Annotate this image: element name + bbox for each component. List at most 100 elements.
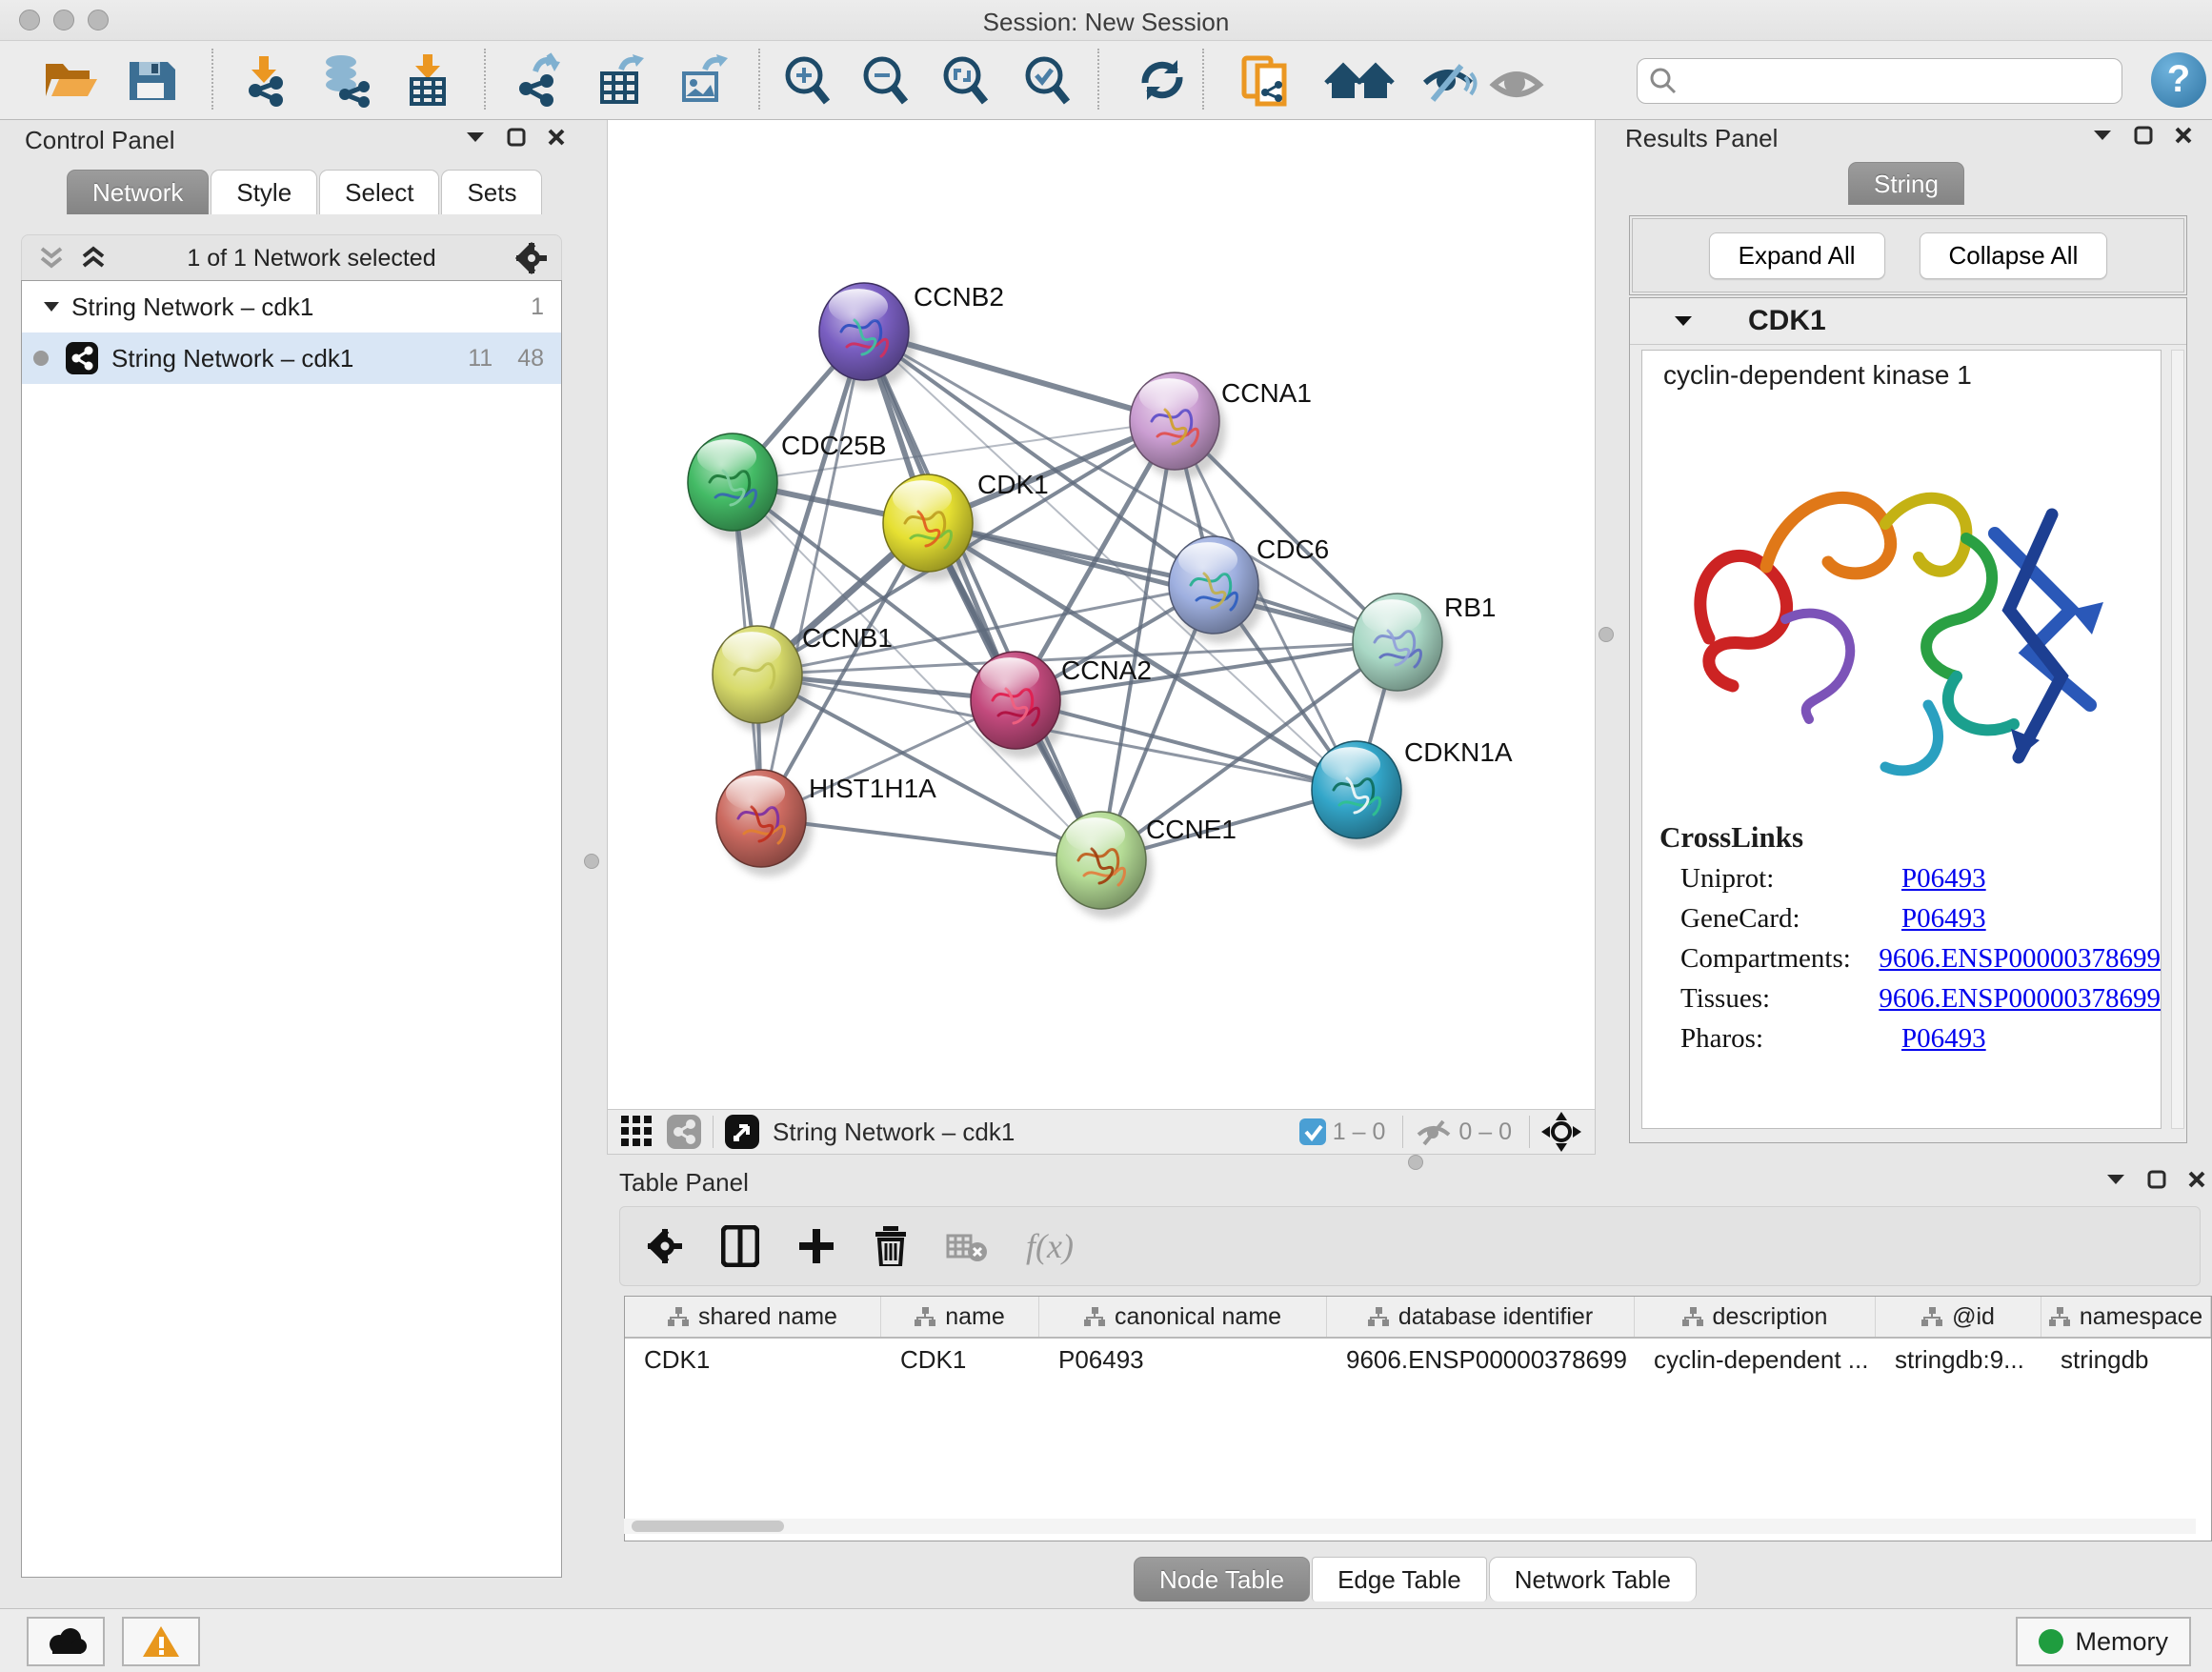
column-header-description[interactable]: description bbox=[1635, 1297, 1876, 1337]
tab-edge-table[interactable]: Edge Table bbox=[1312, 1557, 1487, 1601]
node-CDKN1A[interactable] bbox=[1312, 741, 1401, 838]
table-horizontal-scrollbar[interactable] bbox=[624, 1519, 2196, 1534]
panel-menu-icon[interactable] bbox=[465, 131, 486, 144]
network-graph[interactable]: CCNB2CCNA1CDC25BCDK1CDC6RB1CCNB1CCNA2CDK… bbox=[608, 120, 1595, 1109]
crosslink-link[interactable]: P06493 bbox=[1901, 863, 1986, 895]
table-options-gear-icon[interactable] bbox=[647, 1228, 683, 1264]
table-cell[interactable]: CDK1 bbox=[625, 1339, 881, 1380]
edge-HIST1H1A-CCNE1[interactable] bbox=[761, 818, 1101, 860]
search-input[interactable] bbox=[1685, 61, 2122, 101]
edge-CCNB2-CCNA1[interactable] bbox=[864, 332, 1175, 421]
table-cell[interactable]: stringdb bbox=[2041, 1339, 2211, 1380]
network-share-icon[interactable] bbox=[667, 1115, 701, 1149]
left-splitter-handle[interactable] bbox=[584, 854, 599, 869]
crosslink-link[interactable]: P06493 bbox=[1901, 1023, 1986, 1055]
open-in-window-icon[interactable] bbox=[725, 1115, 759, 1149]
node-table[interactable]: shared namenamecanonical namedatabase id… bbox=[624, 1296, 2212, 1541]
network-collection-row[interactable]: String Network – cdk1 1 bbox=[22, 281, 561, 332]
tab-select[interactable]: Select bbox=[319, 170, 439, 214]
houses-icon[interactable] bbox=[1320, 50, 1383, 110]
table-row[interactable]: CDK1CDK1P064939606.ENSP00000378699cyclin… bbox=[625, 1339, 2211, 1380]
import-network-database-icon[interactable] bbox=[314, 50, 377, 110]
node-CDK1[interactable] bbox=[883, 474, 973, 572]
gene-section-header[interactable]: CDK1 bbox=[1630, 298, 2186, 345]
float-panel-icon[interactable] bbox=[507, 128, 526, 147]
zoom-selected-icon[interactable] bbox=[1017, 50, 1080, 110]
column-header-canonical-name[interactable]: canonical name bbox=[1039, 1297, 1327, 1337]
refresh-icon[interactable] bbox=[1132, 50, 1195, 110]
hide-selected-eye-icon[interactable] bbox=[1418, 50, 1480, 110]
node-CCNB1[interactable] bbox=[713, 626, 802, 723]
collection-expander-icon[interactable] bbox=[43, 300, 60, 313]
table-cell[interactable]: cyclin-dependent ... bbox=[1635, 1339, 1876, 1380]
node-HIST1H1A[interactable] bbox=[716, 770, 806, 867]
tab-network-table[interactable]: Network Table bbox=[1489, 1557, 1697, 1601]
warnings-button[interactable] bbox=[122, 1617, 200, 1666]
search-box[interactable] bbox=[1637, 58, 2122, 104]
import-table-file-icon[interactable] bbox=[396, 50, 459, 110]
node-CCNB2[interactable] bbox=[819, 283, 909, 380]
selected-checkbox-icon[interactable] bbox=[1298, 1118, 1327, 1146]
show-columns-icon[interactable] bbox=[721, 1225, 759, 1267]
duplicate-network-icon[interactable] bbox=[1235, 50, 1297, 110]
fit-selection-crosshair-icon[interactable] bbox=[1541, 1112, 1581, 1152]
tab-style[interactable]: Style bbox=[211, 170, 317, 214]
network-options-gear-icon[interactable] bbox=[515, 242, 548, 274]
expand-all-chevron-icon[interactable] bbox=[79, 246, 108, 271]
open-session-icon[interactable] bbox=[38, 50, 101, 110]
zoom-in-icon[interactable] bbox=[777, 50, 840, 110]
crosslink-link[interactable]: P06493 bbox=[1901, 903, 1986, 935]
tab-network[interactable]: Network bbox=[67, 170, 209, 214]
crosslink-link[interactable]: 9606.ENSP00000378699 bbox=[1879, 983, 2161, 1015]
table-cell[interactable]: P06493 bbox=[1039, 1339, 1327, 1380]
column-header-shared-name[interactable]: shared name bbox=[625, 1297, 881, 1337]
network-row[interactable]: String Network – cdk1 11 48 bbox=[22, 332, 561, 384]
hidden-eye-icon[interactable] bbox=[1415, 1118, 1453, 1146]
table-cell[interactable]: 9606.ENSP00000378699 bbox=[1327, 1339, 1635, 1380]
network-canvas[interactable]: CCNB2CCNA1CDC25BCDK1CDC6RB1CCNB1CCNA2CDK… bbox=[607, 120, 1596, 1109]
export-image-icon[interactable] bbox=[671, 50, 734, 110]
cloud-status-button[interactable] bbox=[27, 1617, 105, 1666]
help-button[interactable]: ? bbox=[2151, 52, 2206, 108]
expand-all-button[interactable]: Expand All bbox=[1709, 232, 1885, 279]
import-network-file-icon[interactable] bbox=[234, 50, 297, 110]
export-network-icon[interactable] bbox=[507, 50, 570, 110]
add-column-icon[interactable] bbox=[797, 1227, 835, 1265]
node-CCNA1[interactable] bbox=[1130, 373, 1219, 470]
gene-expander-icon[interactable] bbox=[1674, 314, 1693, 328]
tab-string[interactable]: String bbox=[1848, 162, 1964, 205]
node-CDC6[interactable] bbox=[1169, 536, 1258, 634]
node-CCNA2[interactable] bbox=[971, 652, 1060, 749]
column-header-@id[interactable]: @id bbox=[1876, 1297, 2041, 1337]
node-CDC25B[interactable] bbox=[688, 433, 777, 531]
panel-menu-icon[interactable] bbox=[2105, 1173, 2126, 1186]
memory-button[interactable]: Memory bbox=[2016, 1617, 2191, 1666]
close-panel-icon[interactable] bbox=[2187, 1170, 2206, 1189]
birdseye-grid-icon[interactable] bbox=[621, 1116, 654, 1148]
collapse-all-button[interactable]: Collapse All bbox=[1920, 232, 2108, 279]
close-panel-icon[interactable] bbox=[2174, 126, 2193, 145]
tab-node-table[interactable]: Node Table bbox=[1134, 1557, 1310, 1601]
collapse-all-chevron-icon[interactable] bbox=[37, 246, 66, 271]
tab-sets[interactable]: Sets bbox=[441, 170, 542, 214]
crosslink-link[interactable]: 9606.ENSP00000378699 bbox=[1879, 943, 2161, 975]
close-panel-icon[interactable] bbox=[547, 128, 566, 147]
node-RB1[interactable] bbox=[1353, 594, 1442, 691]
scrollbar-thumb[interactable] bbox=[632, 1521, 784, 1532]
float-panel-icon[interactable] bbox=[2147, 1170, 2166, 1189]
panel-menu-icon[interactable] bbox=[2092, 129, 2113, 142]
table-cell[interactable]: CDK1 bbox=[881, 1339, 1039, 1380]
node-CCNE1[interactable] bbox=[1056, 812, 1146, 909]
zoom-out-icon[interactable] bbox=[855, 50, 918, 110]
delete-column-icon[interactable] bbox=[874, 1226, 908, 1266]
table-cell[interactable]: stringdb:9... bbox=[1876, 1339, 2041, 1380]
export-table-icon[interactable] bbox=[589, 50, 652, 110]
zoom-fit-icon[interactable] bbox=[935, 50, 998, 110]
column-header-namespace[interactable]: namespace bbox=[2041, 1297, 2211, 1337]
column-header-name[interactable]: name bbox=[881, 1297, 1039, 1337]
float-panel-icon[interactable] bbox=[2134, 126, 2153, 145]
edge-CCNB2-HIST1H1A[interactable] bbox=[761, 332, 864, 818]
save-session-icon[interactable] bbox=[120, 50, 183, 110]
column-header-database-identifier[interactable]: database identifier bbox=[1327, 1297, 1635, 1337]
results-scrollbar[interactable] bbox=[2171, 350, 2184, 1129]
